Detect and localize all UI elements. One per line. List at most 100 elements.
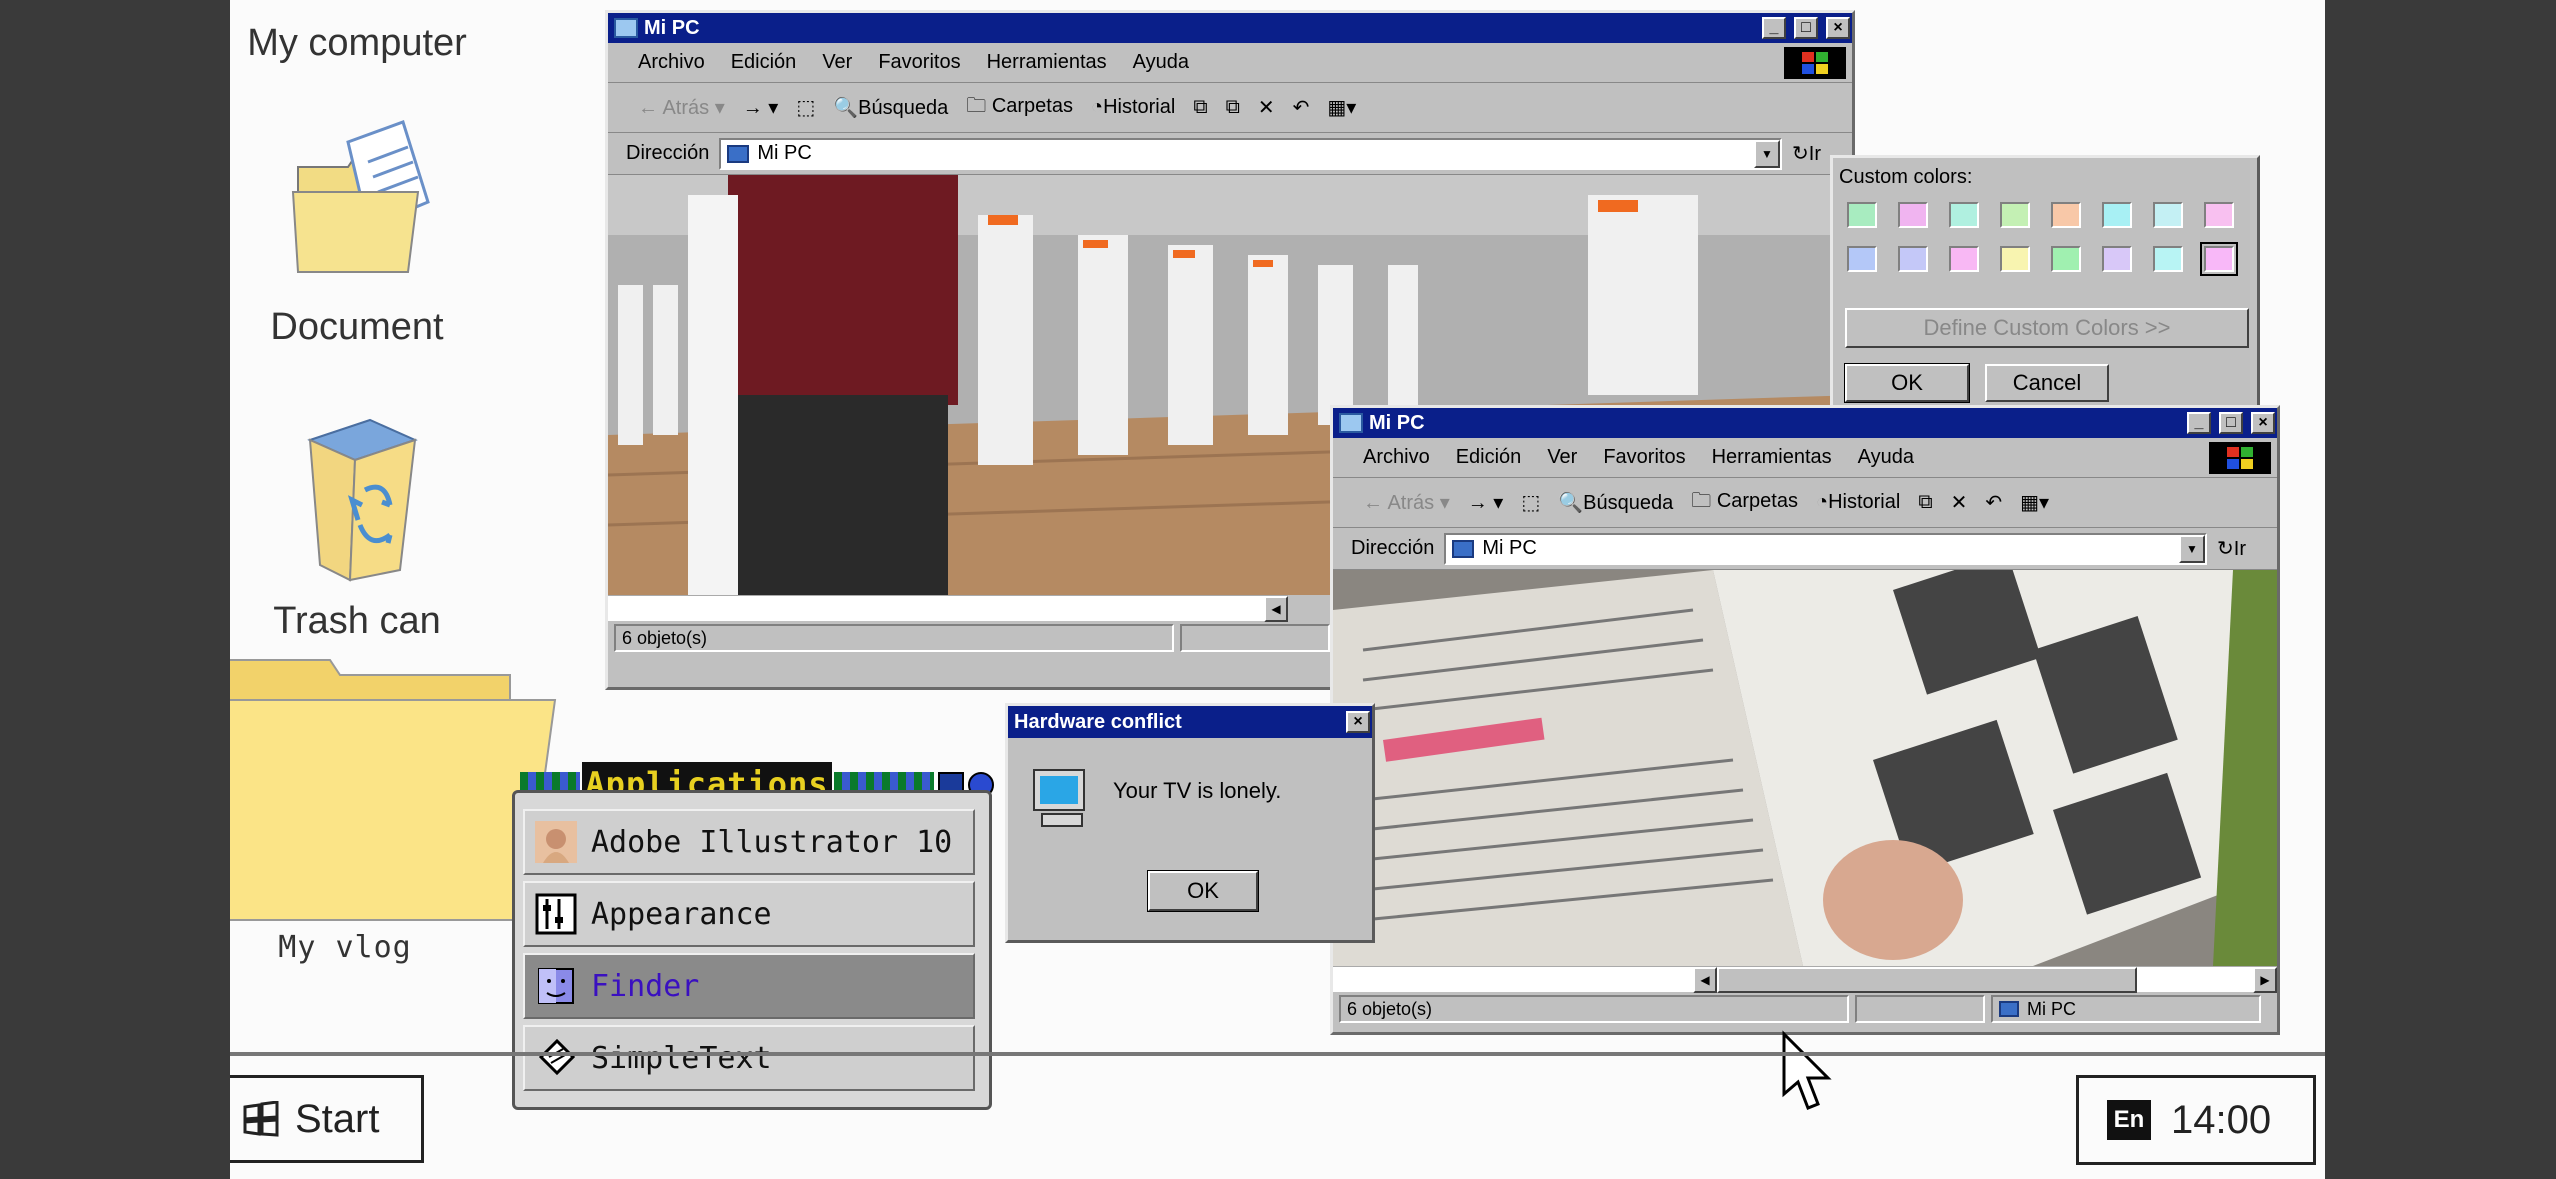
- dialog-message: Your TV is lonely.: [1113, 778, 1282, 803]
- address-label: Dirección: [626, 142, 710, 164]
- app-label: Finder: [591, 968, 700, 1004]
- title-bar[interactable]: Mi PC _ □ ×: [1333, 408, 2277, 438]
- menu-archivo[interactable]: Archivo: [638, 51, 705, 74]
- back-button[interactable]: ← Atrás ▾: [1363, 490, 1450, 515]
- clock[interactable]: 14:00: [2171, 1098, 2271, 1143]
- cancel-button[interactable]: Cancel: [1985, 364, 2109, 402]
- up-folder-icon[interactable]: ⬚: [796, 95, 815, 120]
- app-finder[interactable]: Finder: [523, 953, 975, 1019]
- address-value: Mi PC: [1482, 537, 1537, 559]
- menu-archivo[interactable]: Archivo: [1363, 446, 1430, 469]
- menu-herramientas[interactable]: Herramientas: [987, 51, 1107, 74]
- back-button[interactable]: ← Atrás ▾: [638, 95, 725, 120]
- delete-icon[interactable]: ✕: [1951, 490, 1968, 515]
- custom-color-swatch[interactable]: [2153, 202, 2183, 228]
- app-simpletext[interactable]: SimpleText: [523, 1025, 975, 1091]
- move-to-icon[interactable]: ⧉: [1918, 491, 1932, 514]
- custom-color-swatch[interactable]: [2102, 202, 2132, 228]
- search-button[interactable]: 🔍Búsqueda: [1558, 490, 1673, 515]
- horizontal-scrollbar[interactable]: ◀ ▶: [1333, 966, 2277, 993]
- forward-button[interactable]: → ▾: [743, 95, 779, 120]
- custom-color-swatch[interactable]: [2200, 242, 2238, 276]
- custom-color-swatch[interactable]: [2000, 202, 2030, 228]
- copy-to-icon[interactable]: ⧉: [1226, 96, 1240, 119]
- delete-icon[interactable]: ✕: [1258, 95, 1275, 120]
- custom-color-swatch[interactable]: [2051, 246, 2081, 272]
- custom-color-swatch[interactable]: [1949, 246, 1979, 272]
- scroll-right-arrow[interactable]: ▶: [2253, 967, 2277, 993]
- custom-colors-dialog[interactable]: Custom colors: Define Custom Colors >> O…: [1830, 155, 2260, 411]
- status-cell-2: [1855, 995, 1985, 1023]
- document-folder-icon[interactable]: [278, 112, 438, 282]
- menu-favoritos[interactable]: Favoritos: [1603, 446, 1685, 469]
- custom-color-swatch[interactable]: [1847, 246, 1877, 272]
- start-button[interactable]: Start: [230, 1075, 424, 1163]
- scroll-left-arrow[interactable]: ◀: [1264, 596, 1288, 622]
- menu-favoritos[interactable]: Favoritos: [878, 51, 960, 74]
- up-folder-icon[interactable]: ⬚: [1521, 490, 1540, 515]
- mi-pc-window-front[interactable]: Mi PC _ □ × Archivo Edición Ver Favorito…: [1330, 405, 2280, 1035]
- close-button[interactable]: ×: [1826, 17, 1850, 39]
- menu-ver[interactable]: Ver: [1547, 446, 1577, 469]
- custom-color-swatch[interactable]: [1898, 202, 1928, 228]
- title-bar[interactable]: Mi PC _ □ ×: [608, 13, 1852, 43]
- maximize-button[interactable]: □: [2219, 412, 2243, 434]
- address-input[interactable]: Mi PC ▼: [1444, 532, 2207, 565]
- menu-ayuda[interactable]: Ayuda: [1133, 51, 1189, 74]
- ok-button[interactable]: OK: [1147, 870, 1259, 912]
- desktop-label-my-vlog[interactable]: My vlog: [230, 930, 460, 965]
- custom-color-swatch[interactable]: [2153, 246, 2183, 272]
- desktop: My computer Document Trash can My vlog M…: [230, 0, 2325, 1179]
- custom-color-swatch[interactable]: [2000, 246, 2030, 272]
- address-input[interactable]: Mi PC ▼: [719, 137, 1782, 170]
- search-button[interactable]: 🔍Búsqueda: [833, 95, 948, 120]
- menu-ver[interactable]: Ver: [822, 51, 852, 74]
- menu-edicion[interactable]: Edición: [731, 51, 797, 74]
- hardware-conflict-dialog[interactable]: Hardware conflict × Your TV is lonely. O…: [1005, 703, 1375, 943]
- custom-color-swatch[interactable]: [1847, 202, 1877, 228]
- desktop-label-document[interactable]: Document: [242, 306, 472, 349]
- custom-color-swatch[interactable]: [1949, 202, 1979, 228]
- horizontal-scrollbar[interactable]: ◀: [608, 595, 1288, 622]
- app-adobe-illustrator[interactable]: Adobe Illustrator 10: [523, 809, 975, 875]
- views-icon[interactable]: ▦▾: [1327, 95, 1356, 120]
- views-icon[interactable]: ▦▾: [2020, 490, 2049, 515]
- scroll-left-arrow[interactable]: ◀: [1693, 967, 1717, 993]
- folders-button[interactable]: 🗀 Carpetas: [966, 91, 1073, 125]
- address-dropdown[interactable]: ▼: [2179, 534, 2205, 563]
- close-button[interactable]: ×: [1346, 711, 1370, 733]
- scroll-thumb[interactable]: [1717, 967, 2137, 993]
- windows-logo-icon: [2209, 442, 2271, 474]
- menu-ayuda[interactable]: Ayuda: [1858, 446, 1914, 469]
- address-bar: Dirección Mi PC ▼ ↻Ir: [608, 133, 1852, 175]
- go-button[interactable]: ↻Ir: [2217, 536, 2277, 561]
- app-appearance[interactable]: Appearance: [523, 881, 975, 947]
- minimize-button[interactable]: _: [1762, 17, 1786, 39]
- define-custom-colors-button[interactable]: Define Custom Colors >>: [1845, 308, 2249, 348]
- trash-can-icon[interactable]: [290, 410, 430, 590]
- language-indicator[interactable]: En: [2107, 1100, 2151, 1140]
- history-button[interactable]: ◔Historial: [1816, 491, 1900, 514]
- my-vlog-folder-icon[interactable]: [230, 650, 560, 930]
- history-button[interactable]: ◔Historial: [1091, 96, 1175, 119]
- undo-icon[interactable]: ↶: [1293, 95, 1310, 120]
- folders-button[interactable]: 🗀 Carpetas: [1691, 486, 1798, 520]
- forward-button[interactable]: → ▾: [1468, 490, 1504, 515]
- custom-color-swatch[interactable]: [2051, 202, 2081, 228]
- minimize-button[interactable]: _: [2187, 412, 2211, 434]
- status-cell-2: [1180, 624, 1330, 652]
- custom-color-swatch[interactable]: [1898, 246, 1928, 272]
- custom-color-swatch[interactable]: [2102, 246, 2132, 272]
- menu-herramientas[interactable]: Herramientas: [1712, 446, 1832, 469]
- move-to-icon[interactable]: ⧉: [1193, 96, 1207, 119]
- menu-edicion[interactable]: Edición: [1456, 446, 1522, 469]
- close-button[interactable]: ×: [2251, 412, 2275, 434]
- address-dropdown[interactable]: ▼: [1754, 139, 1780, 168]
- desktop-label-my-computer[interactable]: My computer: [242, 22, 472, 65]
- undo-icon[interactable]: ↶: [1985, 490, 2002, 515]
- title-bar[interactable]: Hardware conflict ×: [1008, 706, 1372, 738]
- custom-color-swatch[interactable]: [2204, 202, 2234, 228]
- ok-button[interactable]: OK: [1844, 363, 1970, 403]
- desktop-label-trash-can[interactable]: Trash can: [242, 600, 472, 643]
- maximize-button[interactable]: □: [1794, 17, 1818, 39]
